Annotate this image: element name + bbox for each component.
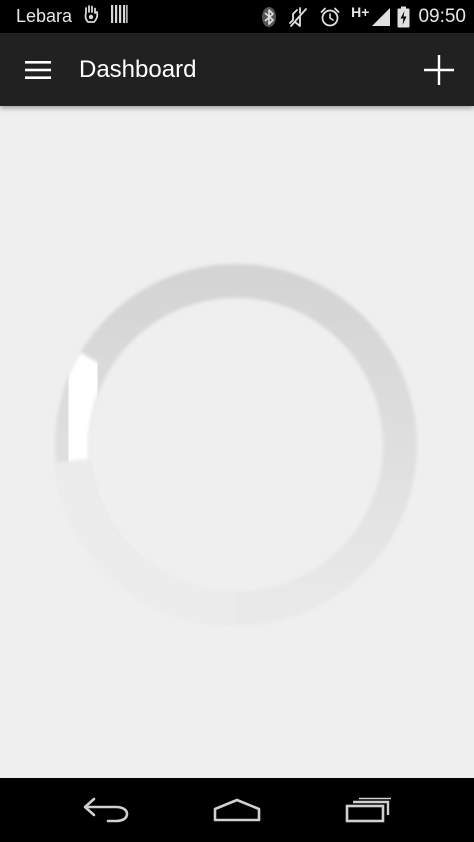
spinner-highlight-arc: [54, 352, 110, 463]
home-button[interactable]: [197, 778, 277, 842]
menu-icon: [25, 60, 51, 79]
content-area: [0, 106, 474, 778]
spinner-fade-arc: [54, 458, 237, 628]
loading-spinner: [54, 264, 417, 628]
network-type: H+: [351, 3, 370, 20]
add-icon: [424, 54, 454, 85]
alarm-icon: [319, 6, 341, 28]
mute-icon: [287, 6, 309, 28]
status-right: H+ 09:50: [251, 3, 466, 28]
home-icon: [213, 798, 261, 822]
status-bar: Lebara H+ 09:50: [0, 0, 474, 33]
barcode-notification-icon: [110, 4, 128, 29]
bluetooth-icon: [261, 6, 277, 28]
recent-apps-icon: [346, 797, 392, 823]
app-bar: Dashboard: [0, 33, 474, 106]
screen: Lebara H+ 09:50 Dashboard: [0, 0, 474, 842]
status-left: Lebara: [16, 3, 128, 30]
back-icon: [83, 797, 128, 823]
navigation-bar: [0, 778, 474, 842]
clock: 09:50: [418, 5, 466, 27]
hand-notification-icon: [80, 3, 102, 30]
page-title: Dashboard: [79, 55, 197, 83]
add-button[interactable]: [408, 33, 470, 106]
signal-icon: [371, 7, 391, 27]
carrier-name: Lebara: [16, 6, 73, 26]
back-button[interactable]: [66, 778, 146, 842]
menu-button[interactable]: [0, 33, 76, 106]
battery-charging-icon: [397, 6, 410, 28]
recent-apps-button[interactable]: [328, 778, 408, 842]
